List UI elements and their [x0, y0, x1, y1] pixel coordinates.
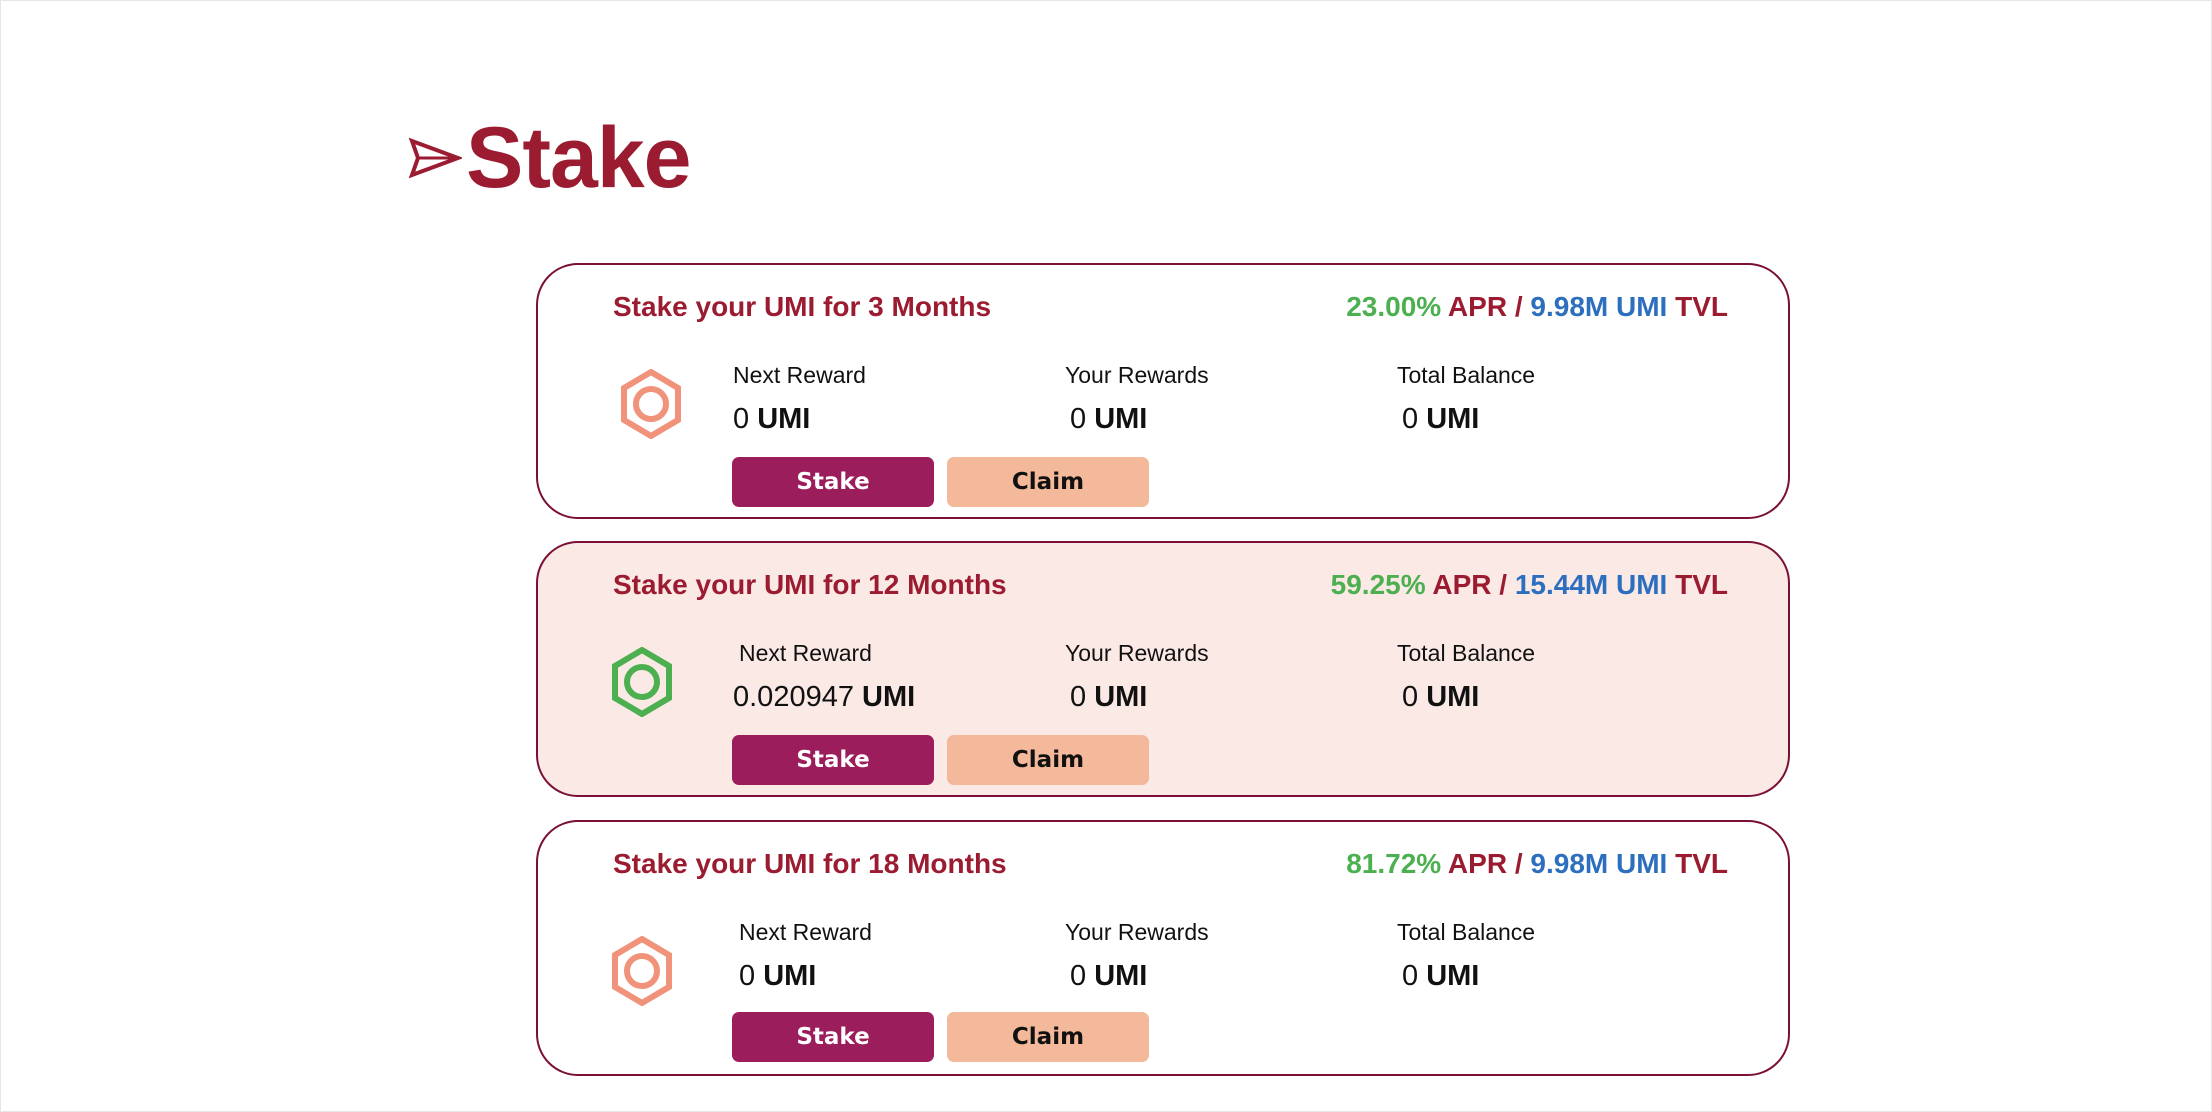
total-balance-value: 0 UMI	[1402, 403, 1479, 436]
pool-card-3-months: Stake your UMI for 3 Months 23.00% APR /…	[536, 263, 1790, 519]
total-balance-value: 0 UMI	[1402, 960, 1479, 993]
unit-label: UMI	[1426, 403, 1480, 435]
unit-label: UMI	[757, 403, 811, 435]
unit-label: UMI	[1094, 681, 1148, 713]
stats-separator: /	[1514, 291, 1523, 322]
unit-label: UMI	[1426, 960, 1480, 992]
your-rewards-value: 0 UMI	[1070, 681, 1147, 714]
next-reward-label: Next Reward	[739, 919, 872, 945]
apr-label: APR	[1447, 848, 1508, 879]
pool-stats: 23.00% APR / 9.98M UMI TVL	[1346, 291, 1728, 323]
total-balance-amount: 0	[1402, 681, 1419, 713]
page-title: Stake	[466, 110, 691, 206]
your-rewards-label: Your Rewards	[1065, 362, 1209, 388]
apr-value: 23.00%	[1346, 291, 1442, 322]
claim-button[interactable]: Claim	[947, 1012, 1149, 1062]
tvl-value: 9.98M UMI	[1530, 291, 1668, 322]
tvl-label: TVL	[1675, 848, 1728, 879]
next-reward-label: Next Reward	[733, 362, 866, 388]
stats-separator: /	[1499, 569, 1508, 600]
unit-label: UMI	[1094, 403, 1148, 435]
total-balance-label: Total Balance	[1397, 362, 1536, 388]
next-reward-label: Next Reward	[739, 640, 872, 666]
stake-button[interactable]: Stake	[732, 735, 934, 785]
next-reward-amount: 0.020947	[733, 681, 854, 713]
stats-separator: /	[1514, 848, 1523, 879]
pool-card-18-months: Stake your UMI for 18 Months 81.72% APR …	[536, 820, 1790, 1076]
apr-label: APR	[1447, 291, 1508, 322]
next-reward-value: 0 UMI	[733, 403, 810, 436]
your-rewards-amount: 0	[1070, 403, 1087, 435]
tvl-value: 9.98M UMI	[1530, 848, 1668, 879]
unit-label: UMI	[763, 960, 817, 992]
stake-button[interactable]: Stake	[732, 1012, 934, 1062]
your-rewards-amount: 0	[1070, 960, 1087, 992]
next-reward-value: 0.020947 UMI	[733, 681, 915, 714]
paper-plane-icon	[408, 137, 462, 179]
unit-label: UMI	[1094, 960, 1148, 992]
total-balance-label: Total Balance	[1397, 640, 1536, 666]
apr-label: APR	[1432, 569, 1492, 600]
hexagon-ring-icon	[612, 936, 672, 1006]
pool-card-12-months: Stake your UMI for 12 Months 59.25% APR …	[536, 541, 1790, 797]
your-rewards-label: Your Rewards	[1065, 640, 1209, 666]
total-balance-amount: 0	[1402, 403, 1419, 435]
your-rewards-value: 0 UMI	[1070, 403, 1147, 436]
your-rewards-label: Your Rewards	[1065, 919, 1209, 945]
page-header: Stake	[408, 108, 691, 208]
unit-label: UMI	[862, 681, 916, 713]
pool-stats: 59.25% APR / 15.44M UMI TVL	[1331, 569, 1728, 601]
next-reward-value: 0 UMI	[739, 960, 816, 993]
pool-title: Stake your UMI for 12 Months	[613, 569, 1007, 600]
pool-title: Stake your UMI for 18 Months	[613, 848, 1007, 879]
total-balance-amount: 0	[1402, 960, 1419, 992]
total-balance-value: 0 UMI	[1402, 681, 1479, 714]
pool-stats: 81.72% APR / 9.98M UMI TVL	[1346, 848, 1728, 880]
tvl-label: TVL	[1675, 569, 1728, 600]
next-reward-amount: 0	[739, 960, 756, 992]
stake-button[interactable]: Stake	[732, 457, 934, 507]
apr-value: 59.25%	[1330, 569, 1426, 600]
next-reward-amount: 0	[733, 403, 750, 435]
claim-button[interactable]: Claim	[947, 735, 1149, 785]
tvl-value: 15.44M UMI	[1514, 569, 1668, 600]
your-rewards-amount: 0	[1070, 681, 1087, 713]
hexagon-ring-icon	[612, 647, 672, 717]
unit-label: UMI	[1426, 681, 1480, 713]
pool-title: Stake your UMI for 3 Months	[613, 291, 992, 322]
hexagon-ring-icon	[621, 369, 681, 439]
tvl-label: TVL	[1675, 291, 1728, 322]
total-balance-label: Total Balance	[1397, 919, 1536, 945]
claim-button[interactable]: Claim	[947, 457, 1149, 507]
your-rewards-value: 0 UMI	[1070, 960, 1147, 993]
apr-value: 81.72%	[1346, 848, 1442, 879]
